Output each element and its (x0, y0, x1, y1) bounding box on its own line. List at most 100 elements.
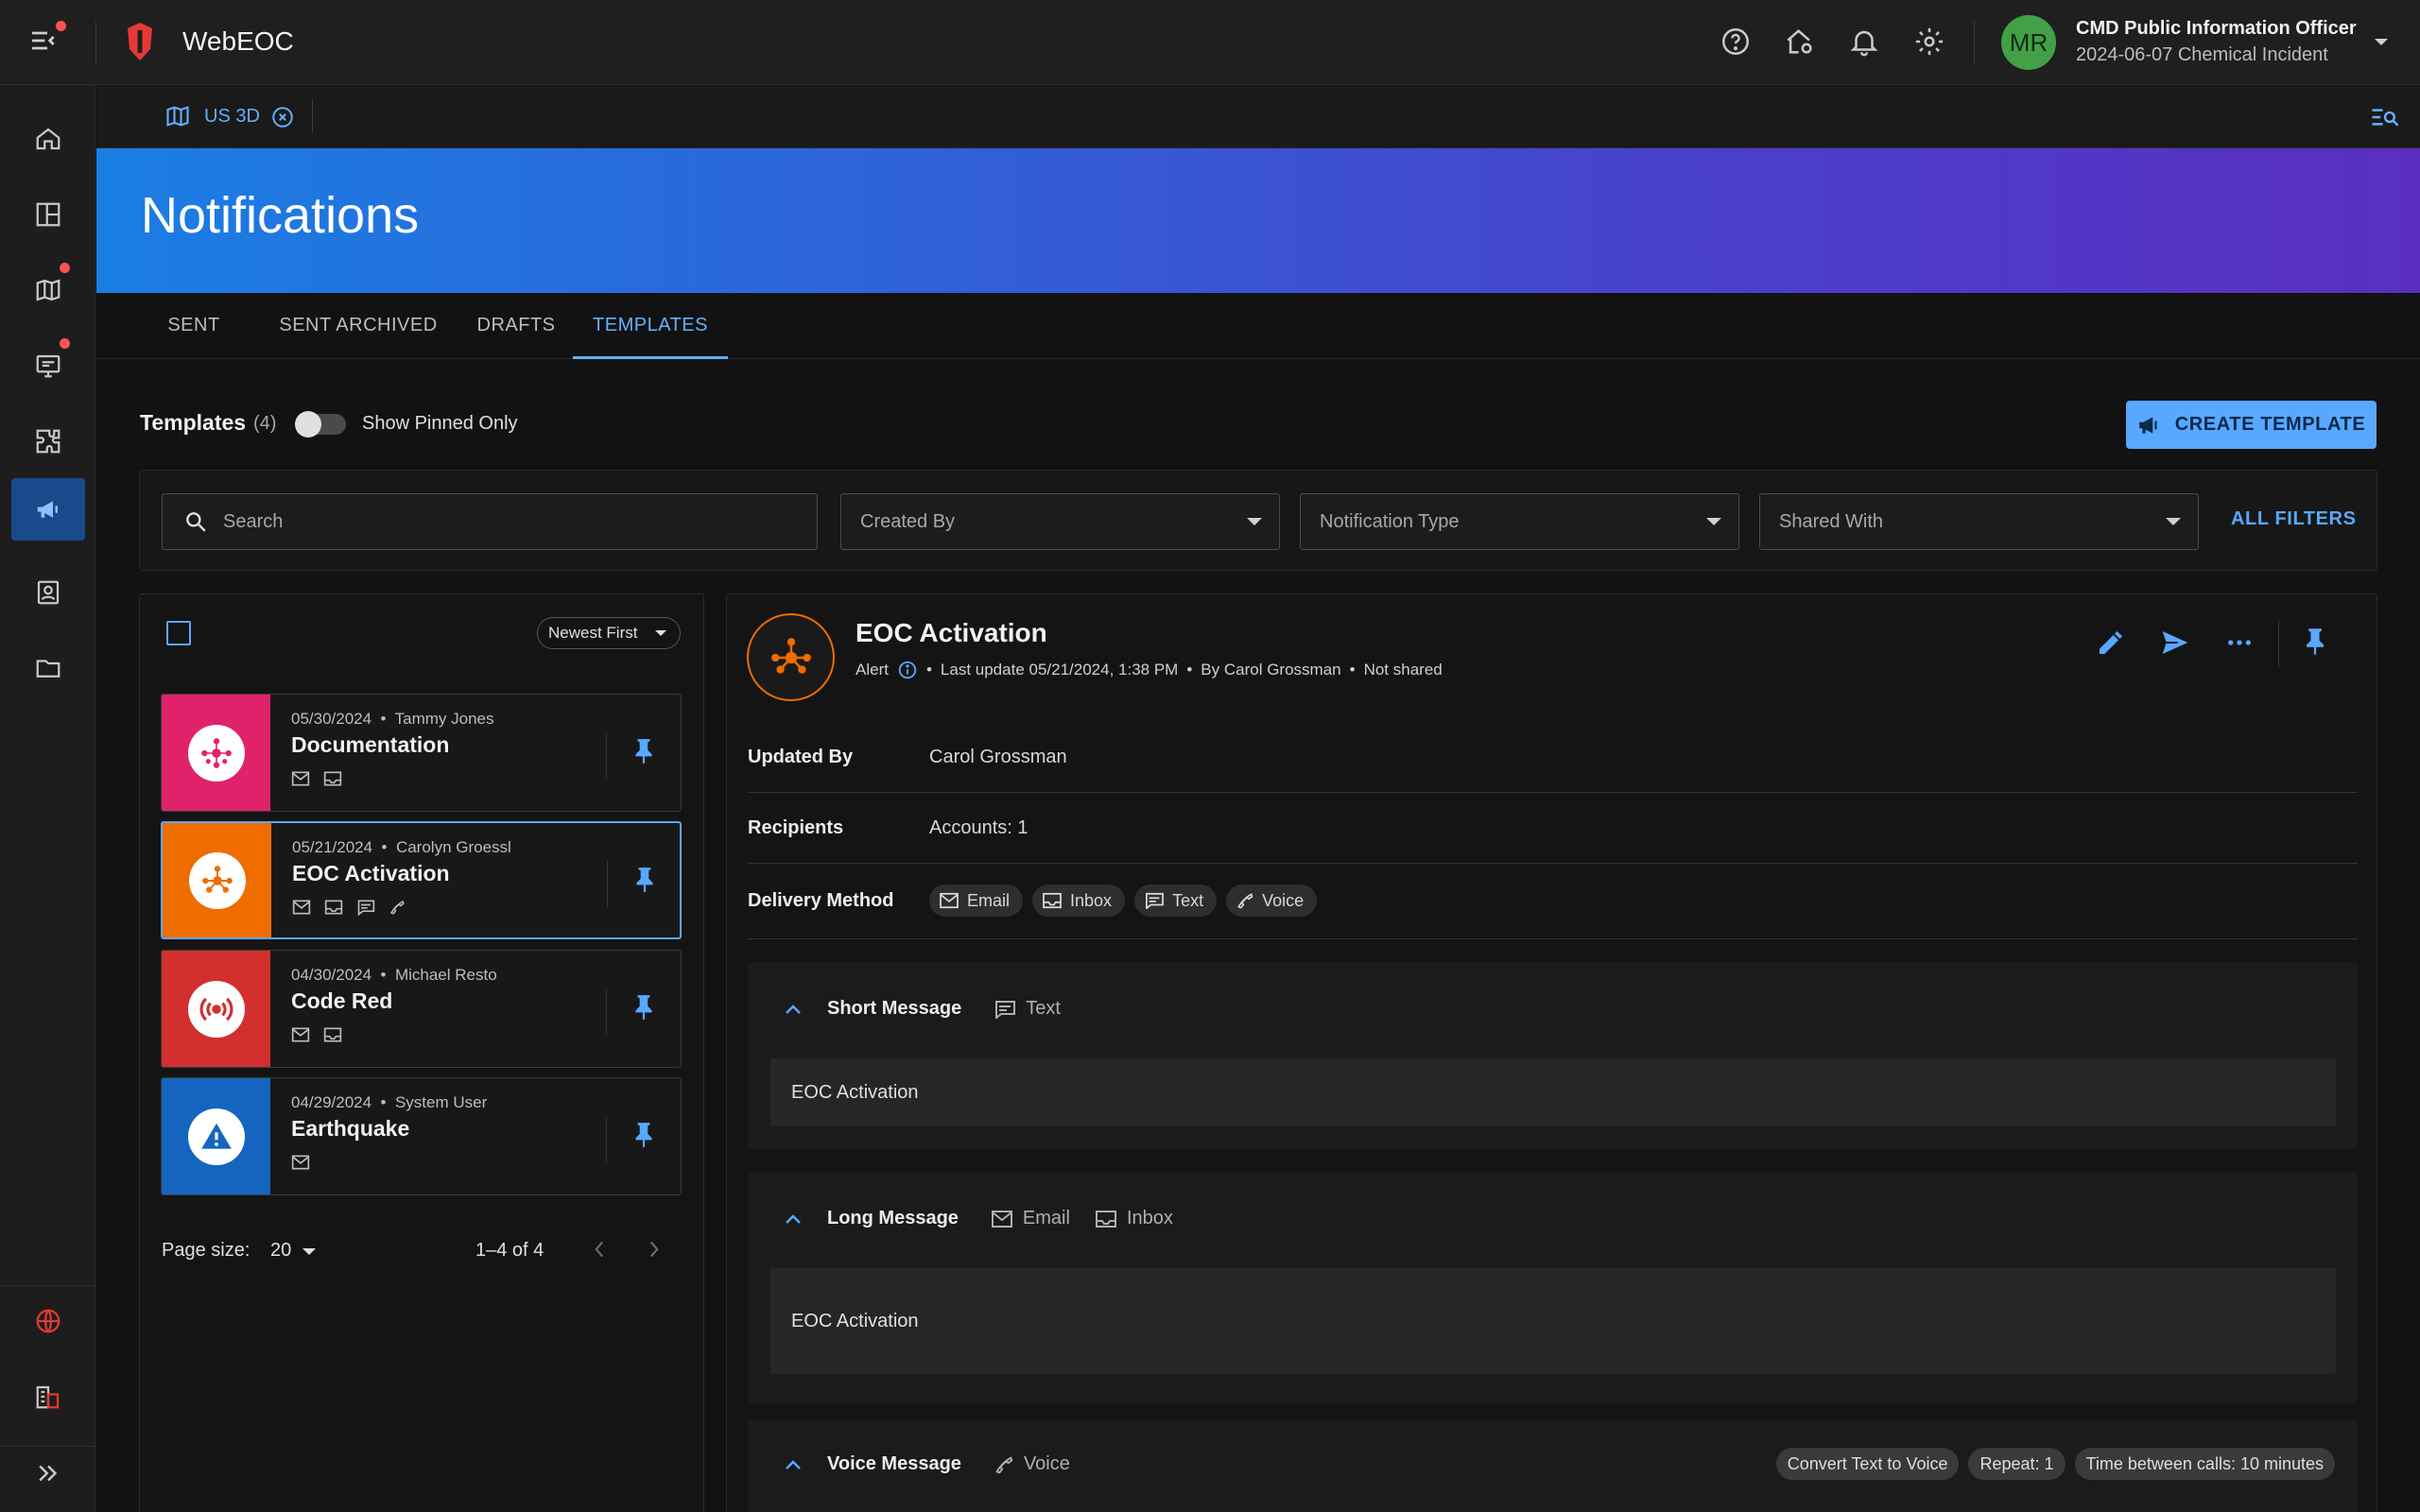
templates-heading: Templates (140, 410, 247, 435)
short-message-body: EOC Activation (770, 1058, 2336, 1126)
menu-collapse-icon[interactable] (28, 26, 62, 60)
divider (312, 99, 313, 133)
rail-expand-icon[interactable] (11, 1442, 85, 1504)
notification-dot (56, 21, 66, 31)
long-message-heading: Long Message (827, 1208, 959, 1228)
tab-drafts[interactable]: DRAFTS (459, 293, 573, 359)
tab-sent[interactable]: SENT (136, 293, 251, 359)
template-card[interactable]: 04/29/2024 • System User Earthquake (161, 1077, 682, 1195)
send-icon[interactable] (2159, 627, 2191, 658)
rail-contacts-icon[interactable] (11, 561, 85, 624)
rail-folder-icon[interactable] (11, 637, 85, 699)
page-size-value[interactable]: 20 (270, 1240, 291, 1262)
rail-map-icon[interactable] (11, 259, 85, 321)
create-template-button[interactable]: CREATE TEMPLATE (2126, 401, 2377, 449)
rail-home-icon[interactable] (11, 108, 85, 170)
chevron-down-icon[interactable] (302, 1248, 316, 1255)
network-icon (187, 724, 245, 782)
all-filters-button[interactable]: ALL FILTERS (2231, 508, 2357, 530)
close-tab-icon[interactable] (270, 105, 295, 129)
pin-icon[interactable] (632, 866, 657, 894)
pin-icon[interactable] (631, 737, 656, 765)
templates-count: (4) (253, 413, 277, 434)
sort-select[interactable]: Newest First (537, 617, 681, 649)
short-message-header[interactable]: Short Message Text (784, 998, 1061, 1020)
workspace-tab-label[interactable]: US 3D (204, 106, 260, 128)
notification-type-select[interactable]: Notification Type (1300, 493, 1739, 550)
card-meta: 04/29/2024 • System User (291, 1093, 488, 1111)
search-icon (183, 509, 208, 534)
divider (606, 732, 607, 780)
search-list-icon[interactable] (2370, 103, 2400, 131)
card-meta: 04/30/2024 • Michael Resto (291, 966, 497, 984)
template-card[interactable]: 05/30/2024 • Tammy Jones Documentation (161, 694, 682, 812)
user-menu-chevron-icon[interactable] (2375, 39, 2388, 45)
template-card[interactable]: 04/30/2024 • Michael Resto Code Red (161, 950, 682, 1068)
divider (0, 1285, 95, 1286)
shared-with-select[interactable]: Shared With (1759, 493, 2199, 550)
created-by-select[interactable]: Created By (840, 493, 1280, 550)
interval-pill: Time between calls: 10 minutes (2074, 1448, 2335, 1480)
rail-dashboard-icon[interactable] (11, 183, 85, 246)
sort-label: Newest First (548, 624, 638, 642)
rail-boards-icon[interactable] (11, 335, 85, 397)
inbox-icon (323, 1026, 342, 1043)
map-icon (164, 103, 191, 129)
detail-title: EOC Activation (856, 618, 1047, 647)
card-color-stripe (163, 823, 271, 937)
tab-templates[interactable]: TEMPLATES (573, 293, 728, 359)
long-message-section: Long Message Email Inbox EOC Activation (748, 1172, 2358, 1403)
rail-plugins-icon[interactable] (11, 410, 85, 472)
rail-globe-icon[interactable] (11, 1290, 85, 1352)
avatar[interactable]: MR (2001, 15, 2056, 70)
card-color-stripe (162, 695, 270, 811)
shared-with-label: Shared With (1779, 510, 1884, 532)
delivery-method-chips: Email Inbox Text Voice (929, 885, 1326, 917)
info-icon (897, 660, 918, 680)
gear-icon[interactable] (1913, 26, 1947, 60)
workspace-tab-strip: US 3D (96, 86, 2420, 148)
bell-icon[interactable] (1848, 26, 1882, 60)
rail-buildings-icon[interactable] (11, 1366, 85, 1428)
prev-page-icon[interactable] (590, 1237, 609, 1262)
card-title: EOC Activation (292, 861, 450, 885)
rail-notifications-icon[interactable] (11, 478, 85, 541)
long-message-header[interactable]: Long Message Email Inbox (784, 1208, 1173, 1229)
card-title: Earthquake (291, 1116, 410, 1141)
divider (748, 863, 2358, 864)
recipients-label: Recipients (748, 817, 844, 838)
divider (606, 1116, 607, 1163)
phone-icon (389, 899, 406, 916)
chevron-up-icon (784, 1003, 803, 1016)
network-icon (747, 613, 835, 701)
search-input[interactable]: Search (162, 493, 818, 550)
template-list-panel: Newest First 05/30/2024 • Tammy Jones Do… (139, 593, 704, 1512)
tab-sent-archived[interactable]: SENT ARCHIVED (261, 293, 456, 359)
divider (607, 861, 608, 908)
pinned-only-toggle[interactable] (295, 411, 346, 438)
edit-icon[interactable] (2096, 627, 2126, 658)
voice-message-header[interactable]: Voice Message Voice (784, 1453, 1070, 1475)
pin-icon[interactable] (631, 1121, 656, 1149)
text-message-icon (356, 899, 375, 916)
recipients-value: Accounts: 1 (929, 817, 1028, 838)
more-options-icon[interactable] (2224, 627, 2255, 658)
help-icon[interactable] (1720, 26, 1754, 60)
create-template-label: CREATE TEMPLATE (2174, 414, 2366, 435)
email-tag: Email (991, 1208, 1070, 1229)
page-banner: Notifications (96, 148, 2420, 293)
template-card-selected[interactable]: 05/21/2024 • Carolyn Groessl EOC Activat… (161, 821, 682, 939)
home-settings-icon[interactable] (1784, 26, 1818, 60)
search-placeholder: Search (223, 510, 284, 532)
pin-icon[interactable] (2302, 627, 2328, 657)
voice-message-heading: Voice Message (827, 1453, 961, 1474)
divider (1974, 21, 1975, 64)
page-title: Notifications (141, 187, 420, 244)
short-message-section: Short Message Text EOC Activation (748, 962, 2358, 1149)
pin-icon[interactable] (631, 993, 656, 1022)
next-page-icon[interactable] (645, 1237, 664, 1262)
delivery-method-label: Delivery Method (748, 890, 894, 911)
text-chip: Text (1134, 885, 1218, 917)
select-all-checkbox[interactable] (166, 621, 191, 645)
inbox-icon (323, 770, 342, 787)
